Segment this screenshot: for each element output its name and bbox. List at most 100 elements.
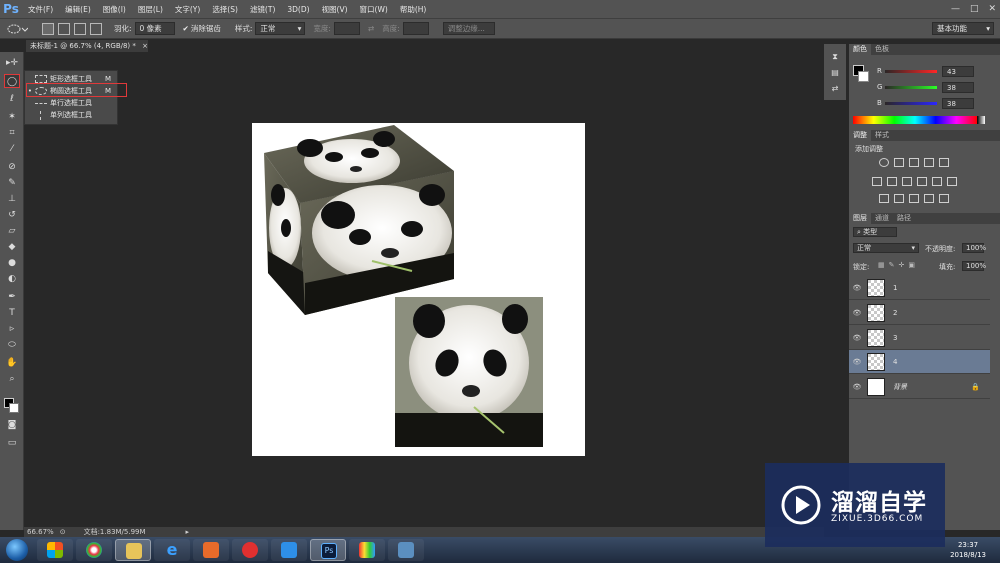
- taskbar-app[interactable]: [193, 539, 229, 561]
- opacity-input[interactable]: 100%: [962, 243, 986, 253]
- height-input[interactable]: [402, 22, 429, 35]
- taskbar-explorer[interactable]: [115, 539, 151, 561]
- menu-type[interactable]: 文字(Y): [169, 4, 206, 15]
- taskbar-app[interactable]: e: [154, 539, 190, 561]
- workspace-select[interactable]: 基本功能 ▾: [932, 22, 994, 35]
- color-balance-icon[interactable]: [887, 177, 897, 186]
- channel-mixer-icon[interactable]: [932, 177, 942, 186]
- eye-icon[interactable]: 👁: [849, 284, 865, 292]
- style-select[interactable]: 正常 ▾: [255, 22, 306, 35]
- quick-mask-icon[interactable]: ◙: [4, 418, 20, 432]
- menu-view[interactable]: 视图(V): [316, 4, 354, 15]
- exposure-icon[interactable]: [924, 158, 934, 167]
- flyout-item-single-row-marquee[interactable]: 单行选框工具: [25, 97, 117, 109]
- properties-panel-icon[interactable]: ▤: [828, 68, 842, 80]
- hue-saturation-icon[interactable]: [872, 177, 882, 186]
- menu-help[interactable]: 帮助(H): [394, 4, 433, 15]
- brightness-icon[interactable]: [879, 158, 889, 167]
- system-clock[interactable]: 23:37 2018/8/13: [950, 540, 986, 560]
- selective-color-icon[interactable]: [939, 194, 949, 203]
- red-value-input[interactable]: 43: [942, 65, 974, 77]
- layer-row[interactable]: 👁 背景 🔒: [849, 375, 990, 399]
- tab-styles[interactable]: 样式: [871, 130, 893, 141]
- ellipse-shape-tool-icon[interactable]: ⬭: [4, 338, 20, 352]
- eraser-tool-icon[interactable]: ▱: [4, 224, 20, 238]
- taskbar-app[interactable]: [349, 539, 385, 561]
- zoom-level[interactable]: 66.67%: [27, 528, 54, 536]
- black-white-icon[interactable]: [902, 177, 912, 186]
- taskbar-photoshop[interactable]: Ps: [310, 539, 346, 561]
- tab-channels[interactable]: 通道: [871, 213, 893, 224]
- curves-icon[interactable]: [909, 158, 919, 167]
- background-color-swatch[interactable]: [9, 403, 19, 413]
- width-input[interactable]: [333, 22, 360, 35]
- gradient-map-icon[interactable]: [924, 194, 934, 203]
- tab-swatches[interactable]: 色板: [871, 44, 893, 55]
- posterize-icon[interactable]: [894, 194, 904, 203]
- brush-tool-icon[interactable]: ✎: [4, 176, 20, 190]
- blend-mode-select[interactable]: 正常 ▾: [853, 243, 919, 253]
- tab-color[interactable]: 颜色: [849, 44, 871, 55]
- feather-input[interactable]: 0 像素: [134, 22, 175, 35]
- grayscale-ramp[interactable]: [977, 116, 985, 124]
- subtract-selection-icon[interactable]: [74, 22, 86, 35]
- color-spectrum[interactable]: [853, 116, 977, 124]
- close-tab-icon[interactable]: ×: [142, 42, 148, 50]
- eye-icon[interactable]: 👁: [849, 383, 865, 391]
- menu-edit[interactable]: 编辑(E): [59, 4, 97, 15]
- tool-preset-picker[interactable]: [6, 23, 28, 35]
- red-slider[interactable]: [885, 69, 937, 73]
- menu-layer[interactable]: 图层(L): [132, 4, 169, 15]
- blur-tool-icon[interactable]: ●: [4, 256, 20, 270]
- layer-filter-select[interactable]: ⌕ 类型: [853, 227, 897, 237]
- taskbar-app[interactable]: [232, 539, 268, 561]
- new-selection-icon[interactable]: [42, 22, 54, 35]
- lock-icons[interactable]: ▦✎✛▣: [878, 261, 919, 269]
- maximize-button[interactable]: □: [970, 4, 979, 14]
- layer-row[interactable]: 👁 1: [849, 276, 990, 300]
- layer-row[interactable]: 👁 3: [849, 326, 990, 350]
- swap-icon[interactable]: ⇄: [368, 24, 374, 33]
- clone-stamp-tool-icon[interactable]: ⊥: [4, 192, 20, 206]
- magic-wand-tool-icon[interactable]: ✶: [4, 110, 20, 124]
- green-slider[interactable]: [885, 85, 937, 89]
- paint-bucket-tool-icon[interactable]: ◆: [4, 240, 20, 254]
- menu-select[interactable]: 选择(S): [206, 4, 244, 15]
- refine-edge-button[interactable]: 调整边缘...: [442, 22, 495, 35]
- color-lookup-icon[interactable]: [947, 177, 957, 186]
- dodge-tool-icon[interactable]: ◐: [4, 272, 20, 286]
- background-color-swatch[interactable]: [858, 71, 869, 82]
- eye-icon[interactable]: 👁: [849, 358, 865, 366]
- flyout-item-single-column-marquee[interactable]: 单列选框工具: [25, 109, 117, 121]
- tab-paths[interactable]: 路径: [893, 213, 915, 224]
- taskbar-app[interactable]: [76, 539, 112, 561]
- minimize-button[interactable]: —: [951, 4, 960, 14]
- document-canvas[interactable]: [252, 123, 585, 456]
- intersect-selection-icon[interactable]: [90, 22, 102, 35]
- menu-filter[interactable]: 滤镜(T): [244, 4, 281, 15]
- status-arrow-icon[interactable]: ▸: [186, 528, 190, 536]
- levels-icon[interactable]: [894, 158, 904, 167]
- vibrance-icon[interactable]: [939, 158, 949, 167]
- tab-layers[interactable]: 图层: [849, 213, 871, 224]
- history-brush-tool-icon[interactable]: ↺: [4, 208, 20, 222]
- hand-tool-icon[interactable]: ✋: [4, 356, 20, 370]
- tab-adjustments[interactable]: 调整: [849, 130, 871, 141]
- taskbar-app[interactable]: [388, 539, 424, 561]
- screen-mode-icon[interactable]: ▭: [4, 436, 20, 450]
- close-button[interactable]: ✕: [988, 4, 996, 14]
- crop-tool-icon[interactable]: ⌗: [4, 126, 20, 140]
- move-tool-icon[interactable]: ▸✛: [4, 56, 20, 70]
- elliptical-marquee-tool-icon[interactable]: ◯: [4, 74, 20, 88]
- photo-filter-icon[interactable]: [917, 177, 927, 186]
- taskbar-app[interactable]: [37, 539, 73, 561]
- pen-tool-icon[interactable]: ✒: [4, 290, 20, 304]
- document-tab[interactable]: 未标题-1 @ 66.7% (4, RGB/8) * ×: [26, 40, 148, 52]
- eye-icon[interactable]: 👁: [849, 334, 865, 342]
- threshold-icon[interactable]: [909, 194, 919, 203]
- taskbar-app[interactable]: [271, 539, 307, 561]
- antialias-checkbox[interactable]: ✔ 消除锯齿: [183, 23, 221, 34]
- add-to-selection-icon[interactable]: [58, 22, 70, 35]
- menu-3d[interactable]: 3D(D): [281, 5, 315, 14]
- layer-row-selected[interactable]: 👁 4: [849, 350, 990, 374]
